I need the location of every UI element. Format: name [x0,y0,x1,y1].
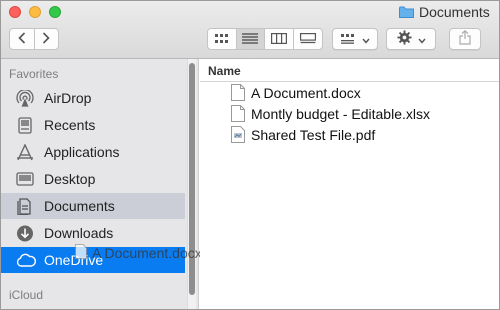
forward-button[interactable] [35,29,59,49]
chevron-down-icon [361,32,370,47]
sidebar: Favorites AirDrop Recents Applications D… [1,59,199,309]
toolbar: Documents [1,1,499,59]
action-button[interactable] [386,28,436,50]
icon-view-icon [214,32,229,47]
file-row[interactable]: A Document.docx [200,83,499,103]
cloud-icon [16,252,36,269]
icon-view-button[interactable] [208,29,237,49]
share-icon [459,29,471,48]
pdf-icon [231,126,245,143]
file-name: Shared Test File.pdf [251,127,376,143]
file-row[interactable]: Shared Test File.pdf [200,125,499,145]
file-name: A Document.docx [251,85,361,101]
gear-icon [396,30,412,48]
sidebar-item-label: Desktop [44,171,96,187]
airdrop-icon [16,89,34,107]
sidebar-item-label: AirDrop [44,90,92,106]
desktop-icon [16,171,34,188]
chevron-right-icon [42,31,50,47]
file-name: Montly budget - Editable.xlsx [251,106,430,122]
sidebar-item-airdrop[interactable]: AirDrop [1,85,185,111]
sidebar-item-label: Applications [44,144,120,160]
sidebar-item-downloads[interactable]: Downloads [1,220,185,246]
finder-window: Documents Favorites AirDrop Recents Appl… [0,0,500,310]
sidebar-scrollbar[interactable] [187,59,196,309]
gallery-view-icon [299,32,316,47]
sidebar-item-label: Recents [44,117,96,133]
group-by-button[interactable] [332,28,378,50]
dragged-file[interactable]: A Document.docx [75,244,202,262]
document-icon [75,244,87,262]
column-header-name[interactable]: Name [200,59,499,82]
window-title-label: Documents [419,4,490,20]
sidebar-item-recents[interactable]: Recents [1,112,185,138]
sidebar-item-label: Downloads [44,225,114,241]
list-view-icon [242,32,259,47]
close-window-button[interactable] [9,6,21,18]
navigation-buttons [9,28,59,50]
favorites-header: Favorites [9,67,59,81]
share-button[interactable] [449,28,481,50]
recents-icon [16,117,34,134]
file-list: Name A Document.docx Montly budget - Edi… [200,59,499,309]
sidebar-item-documents[interactable]: Documents [1,193,185,219]
document-icon [231,84,245,101]
gallery-view-button[interactable] [294,29,322,49]
document-icon [231,105,245,122]
group-by-icon [340,32,357,47]
sidebar-item-desktop[interactable]: Desktop [1,166,185,192]
column-header-label: Name [208,64,241,78]
list-view-button[interactable] [236,29,265,49]
icloud-header: iCloud [9,288,44,302]
chevron-down-icon [417,32,426,47]
window-title: Documents [399,4,490,20]
minimize-window-button[interactable] [29,6,41,18]
dragged-file-label: A Document.docx [92,245,202,261]
applications-icon [16,143,34,161]
chevron-left-icon [18,31,26,47]
back-button[interactable] [10,29,35,49]
downloads-icon [16,225,34,242]
view-mode-control [207,28,323,50]
sidebar-item-applications[interactable]: Applications [1,139,185,165]
zoom-window-button[interactable] [49,6,61,18]
file-row[interactable]: Montly budget - Editable.xlsx [200,104,499,124]
folder-icon [399,6,414,18]
column-view-button[interactable] [265,29,294,49]
column-view-icon [270,32,287,47]
sidebar-item-label: Documents [44,198,115,214]
documents-icon [16,198,34,216]
